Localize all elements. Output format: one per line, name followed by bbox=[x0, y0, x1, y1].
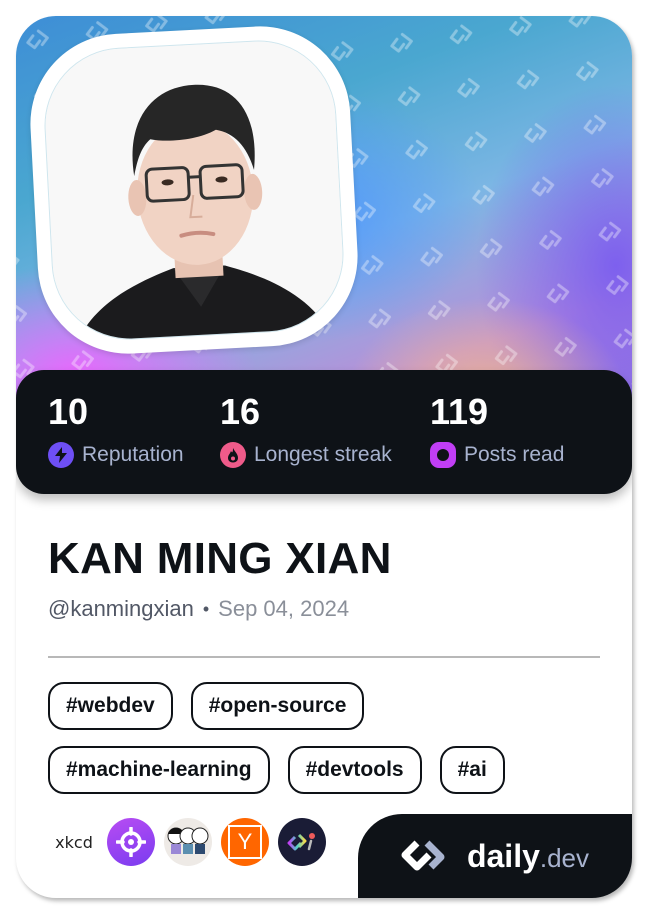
ring-icon bbox=[430, 442, 456, 468]
daily-dev-logo-icon bbox=[287, 833, 315, 851]
stat-posts-read: 119 Posts read bbox=[430, 392, 564, 468]
tag-ai[interactable]: #ai bbox=[439, 746, 505, 794]
profile-name: KAN MING XIAN bbox=[48, 534, 392, 583]
source-cartoon[interactable] bbox=[164, 818, 212, 866]
brand-name: daily.dev bbox=[467, 838, 589, 875]
posts-read-label: Posts read bbox=[464, 443, 565, 466]
reputation-value: 10 bbox=[48, 391, 89, 432]
tag-open-source[interactable]: #open-source bbox=[190, 682, 365, 730]
hero-background bbox=[16, 16, 632, 416]
profile-meta: @kanmingxian • Sep 04, 2024 bbox=[48, 596, 349, 622]
source-xkcd[interactable]: xkcd bbox=[50, 818, 98, 866]
streak-value: 16 bbox=[220, 391, 261, 432]
reputation-label: Reputation bbox=[82, 443, 184, 466]
devcard: 10 Reputation 16 Longest streak 119 Post… bbox=[16, 16, 632, 898]
tag-devtools[interactable]: #devtools bbox=[287, 746, 422, 794]
source-target[interactable] bbox=[107, 818, 155, 866]
profile-handle[interactable]: @kanmingxian bbox=[48, 596, 194, 622]
profile-photo bbox=[41, 37, 348, 344]
favorite-sources: xkcd Y bbox=[50, 818, 326, 866]
daily-dev-logo-icon bbox=[401, 840, 445, 871]
tag-machine-learning[interactable]: #machine-learning bbox=[48, 746, 270, 794]
stat-longest-streak: 16 Longest streak bbox=[220, 392, 392, 468]
cartoon-characters-icon bbox=[167, 827, 209, 854]
posts-read-value: 119 bbox=[430, 391, 489, 432]
tags-list: #webdev #open-source #machine-learning #… bbox=[48, 682, 608, 810]
stat-reputation: 10 Reputation bbox=[48, 392, 184, 468]
hacker-news-logo: Y bbox=[228, 825, 262, 859]
xkcd-logo: xkcd bbox=[55, 832, 93, 852]
brand-name-text: daily bbox=[466, 837, 540, 874]
source-hacker-news[interactable]: Y bbox=[221, 818, 269, 866]
source-daily-dev[interactable] bbox=[278, 818, 326, 866]
avatar-frame bbox=[25, 21, 363, 359]
tag-webdev[interactable]: #webdev bbox=[48, 682, 173, 730]
joined-date: Sep 04, 2024 bbox=[218, 596, 350, 621]
streak-label: Longest streak bbox=[254, 443, 392, 466]
flame-icon bbox=[220, 442, 246, 468]
crosshair-icon bbox=[116, 827, 146, 857]
brand-suffix: .dev bbox=[539, 842, 590, 873]
daily-dev-brand[interactable]: daily.dev bbox=[358, 814, 632, 898]
lightning-icon bbox=[48, 442, 74, 468]
divider bbox=[48, 656, 600, 658]
avatar bbox=[40, 36, 348, 344]
stats-bar: 10 Reputation 16 Longest streak 119 Post… bbox=[16, 370, 632, 494]
meta-separator: • bbox=[202, 598, 210, 619]
